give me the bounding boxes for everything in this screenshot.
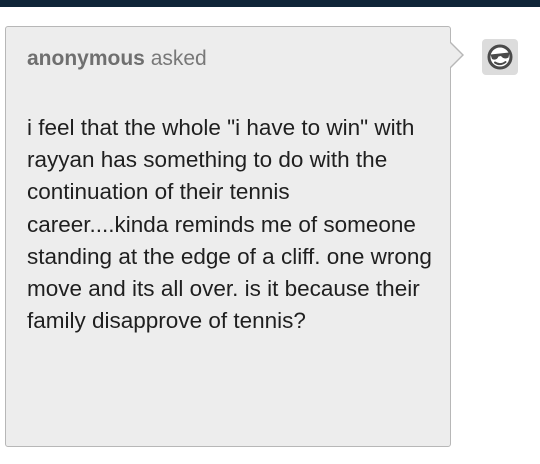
asker-name: anonymous	[27, 47, 145, 70]
top-navigation-bar	[0, 0, 540, 7]
ask-card: anonymous asked i feel that the whole "i…	[5, 26, 451, 447]
question-text: i feel that the whole "i have to win" wi…	[27, 115, 432, 334]
asked-label: asked	[150, 47, 207, 70]
asker-line: anonymous asked	[27, 47, 207, 71]
speech-bubble-pointer	[449, 41, 464, 69]
anonymous-sunglasses-face-icon	[487, 44, 513, 70]
anonymous-avatar[interactable]	[482, 39, 518, 75]
